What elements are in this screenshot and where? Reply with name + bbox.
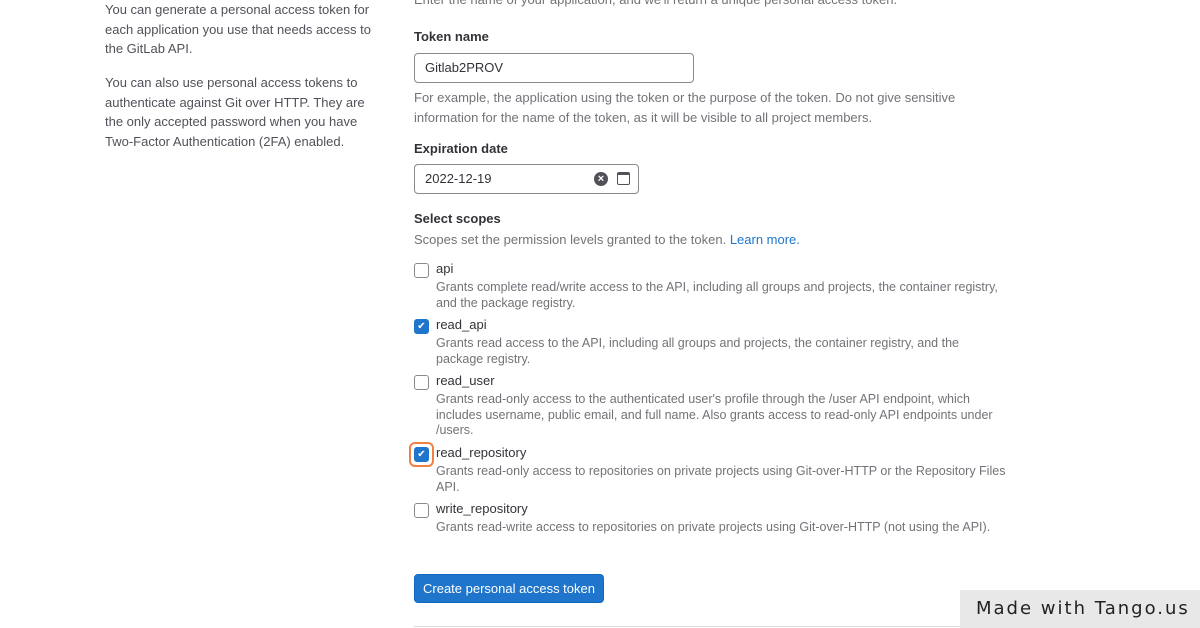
scopes-help: Scopes set the permission levels granted… <box>414 230 800 250</box>
check-icon: ✔ <box>417 321 426 332</box>
scopes-help-text: Scopes set the permission levels granted… <box>414 232 727 247</box>
expiration-value: 2022-12-19 <box>425 171 492 186</box>
checkbox-read-repository[interactable]: ✔ <box>414 447 429 462</box>
learn-more-link[interactable]: Learn more. <box>730 232 800 247</box>
expiration-date-input[interactable]: 2022-12-19 × <box>414 164 639 194</box>
scope-description: Grants complete read/write access to the… <box>436 280 998 310</box>
scope-name: api <box>436 261 454 276</box>
scope-name: read_repository <box>436 445 527 460</box>
create-token-button[interactable]: Create personal access token <box>414 574 604 603</box>
scopes-label: Select scopes <box>414 211 501 226</box>
divider <box>414 626 960 627</box>
checkbox-read-user[interactable] <box>414 375 429 390</box>
scope-name: read_user <box>436 373 495 388</box>
form-intro: Enter the name of your application, and … <box>414 0 897 10</box>
checkbox-api[interactable] <box>414 263 429 278</box>
scope-description: Grants read access to the API, including… <box>436 336 959 366</box>
calendar-icon[interactable] <box>617 172 630 185</box>
scope-description: Grants read-only access to repositories … <box>436 464 1006 494</box>
expiration-label: Expiration date <box>414 141 508 156</box>
scope-description: Grants read-only access to the authentic… <box>436 392 993 437</box>
scope-description: Grants read-write access to repositories… <box>436 520 991 534</box>
sidebar-description-1: You can generate a personal access token… <box>105 2 371 56</box>
tango-watermark: Made with Tango.us <box>960 590 1200 628</box>
token-name-help: For example, the application using the t… <box>414 90 956 125</box>
checkbox-write-repository[interactable] <box>414 503 429 518</box>
scope-name: read_api <box>436 317 487 332</box>
sidebar-description-2: You can also use personal access tokens … <box>105 75 365 149</box>
scope-name: write_repository <box>436 501 528 516</box>
clear-icon[interactable]: × <box>594 172 608 186</box>
token-name-input[interactable]: Gitlab2PROV <box>414 53 694 83</box>
check-icon: ✔ <box>417 449 426 460</box>
token-name-label: Token name <box>414 29 489 44</box>
checkbox-read-api[interactable]: ✔ <box>414 319 429 334</box>
